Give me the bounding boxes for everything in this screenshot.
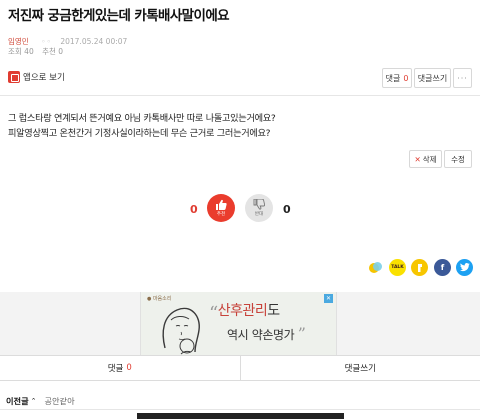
previous-post-title: 공안같아: [44, 396, 75, 406]
delete-icon: ✕: [414, 154, 421, 164]
ad-open-quote: “: [209, 303, 218, 324]
twitter-share-button[interactable]: [456, 259, 473, 276]
previous-post-label: 이전글: [6, 396, 29, 406]
bottom-divider: [0, 409, 480, 410]
kakao-share-button[interactable]: [411, 259, 428, 276]
ad-headline-highlight: 산후관리: [217, 303, 268, 319]
delete-label: 삭제: [422, 154, 437, 164]
kakaostory-share-button[interactable]: [367, 259, 384, 276]
facebook-share-button[interactable]: f: [434, 259, 451, 276]
downvote-label: 반대: [254, 212, 264, 217]
edit-button[interactable]: 수정: [444, 150, 472, 168]
tab-comments-label: 댓글: [107, 364, 124, 374]
ad-headline-rest: 도: [267, 303, 280, 319]
advertisement-banner[interactable]: ● 마음소리 ✕ “산후관리도 역시 약손명가 ”: [140, 292, 337, 355]
recommend-count: 추천 0: [42, 47, 64, 56]
kakao-story-icon: [417, 263, 422, 272]
tab-write-comment[interactable]: 댓글쓰기: [239, 356, 480, 380]
tab-comments[interactable]: 댓글 0: [0, 356, 240, 380]
open-in-app-label: 앱으로 보기: [23, 73, 65, 83]
previous-post-link[interactable]: 이전글 ⌃ 공안같아: [6, 395, 75, 407]
upvote-button[interactable]: 추천: [207, 194, 235, 222]
ad-mother-baby-illustration: [162, 307, 200, 355]
post-date: 2017.05.24 00:07: [60, 37, 128, 46]
comment-button-label: 댓글: [385, 73, 401, 83]
downvote-button[interactable]: 반대: [245, 194, 273, 222]
ad-brand-logo: ● 마음소리: [147, 296, 172, 302]
comment-button-count: 0: [403, 73, 409, 83]
author-level-icon: ◦◦: [41, 37, 52, 46]
write-comment-button[interactable]: 댓글쓰기: [414, 68, 451, 88]
upvote-label: 추천: [216, 212, 226, 217]
post-title: 저진짜 궁금한게있는데 카톡배사말이에요: [8, 8, 230, 24]
ad-headline: “산후관리도: [209, 299, 280, 324]
view-count: 조회 40: [8, 47, 34, 56]
post-stats: 조회 40 추천 0: [8, 46, 63, 57]
kakaotalk-icon: TALK: [391, 265, 404, 270]
app-icon: [8, 71, 20, 83]
header-divider: [0, 95, 480, 96]
post-body: 그 럽스타랑 연계되서 뜬거예요 아님 카톡배사만 따로 나돌고있는거에요? 피…: [8, 111, 276, 141]
facebook-icon: f: [440, 263, 445, 272]
post-body-line: 피알영상찍고 온천간거 기정사실이라하는데 무슨 근거로 그러는거에요?: [8, 128, 271, 139]
comment-button[interactable]: 댓글 0: [382, 68, 412, 88]
kakaostory-icon: [369, 262, 382, 273]
ad-close-icon[interactable]: ✕: [324, 294, 333, 303]
ad-close-quote: ”: [297, 324, 306, 343]
upvote-count: 0: [190, 203, 198, 216]
post-body-line: 그 럽스타랑 연계되서 뜬거예요 아님 카톡배사만 따로 나돌고있는거에요?: [8, 113, 276, 124]
twitter-icon: [459, 263, 470, 272]
more-options-button[interactable]: ···: [453, 68, 472, 88]
ad-subline-text: 역시 약손명가: [227, 328, 295, 342]
downvote-count: 0: [283, 203, 291, 216]
author-name[interactable]: 임영민: [8, 37, 29, 46]
thumbs-down-icon: [253, 199, 265, 210]
chevron-up-icon: ⌃: [30, 397, 37, 405]
media-preview[interactable]: [137, 413, 344, 419]
tab-comments-count: 0: [126, 363, 132, 373]
kakaotalk-share-button[interactable]: TALK: [389, 259, 406, 276]
ad-subline: 역시 약손명가 ”: [227, 324, 306, 343]
delete-button[interactable]: ✕ 삭제: [409, 150, 442, 168]
comment-tab-bar: 댓글 0 댓글쓰기: [0, 355, 480, 381]
thumbs-up-icon: [216, 199, 227, 210]
open-in-app-button[interactable]: 앱으로 보기: [8, 71, 65, 83]
